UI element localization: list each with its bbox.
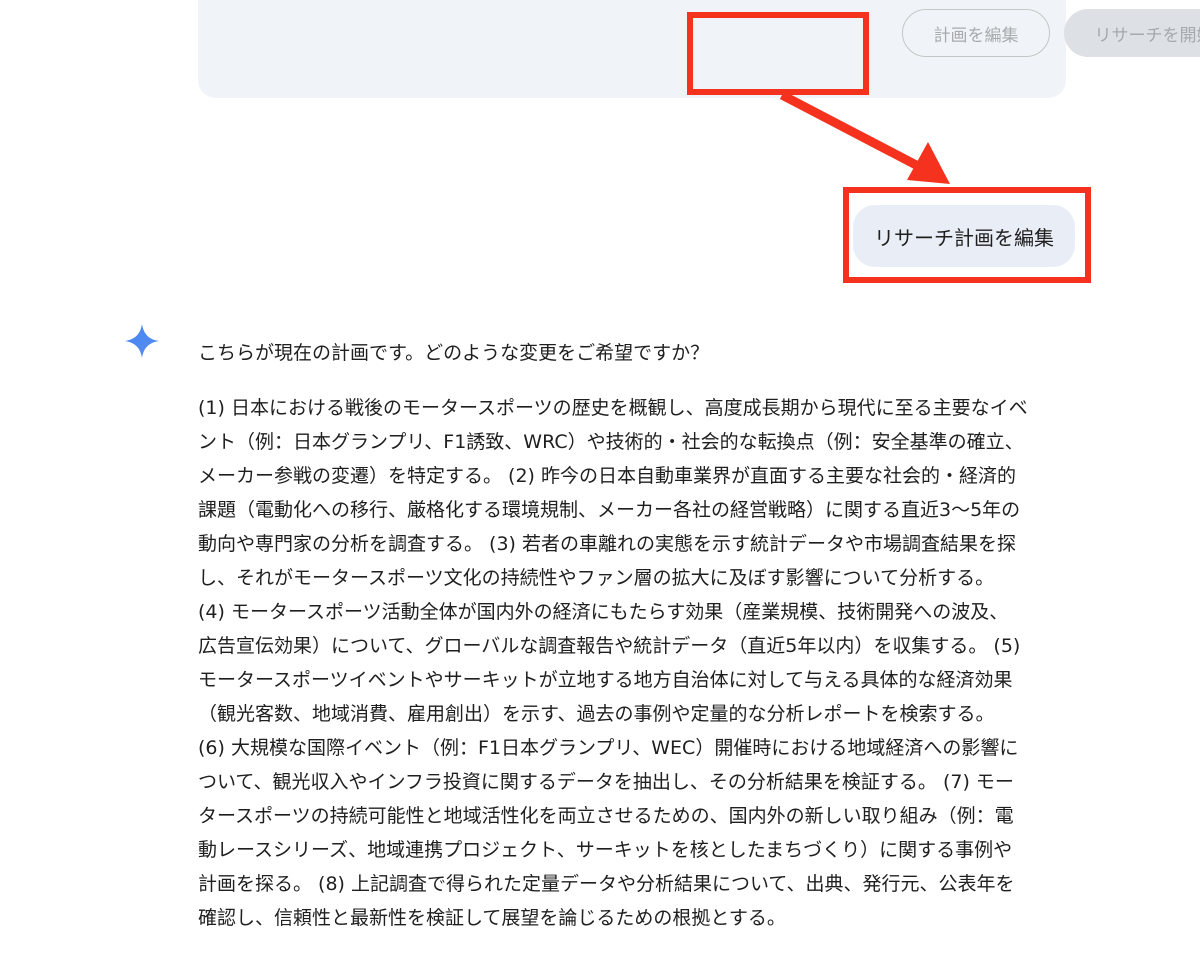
plan-line: 課題（電動化への移行、厳格化する環境規制、メーカー各社の経営戦略）に関する直近3… bbox=[198, 499, 1021, 521]
edit-plan-button[interactable]: 計画を編集 bbox=[902, 9, 1050, 57]
plan-line: （観光客数、地域消費、雇用創出）を示す、過去の事例や定量的な分析レポートを検索す… bbox=[198, 703, 995, 725]
research-plan-text: (1) 日本における戦後のモータースポーツの歴史を概観し、高度成長期から現代に至… bbox=[198, 391, 1064, 935]
plan-line: (4) モータースポーツ活動全体が国内外の経済にもたらす効果（産業規模、技術開発… bbox=[198, 601, 1009, 623]
plan-line: 計画を探る。 (8) 上記調査で得られた定量データや分析結果について、出典、発行… bbox=[198, 873, 1015, 895]
highlight-box-edit-plan bbox=[687, 12, 869, 95]
plan-line: 確認し、信頼性と最新性を検証して展望を論じるための根拠とする。 bbox=[198, 907, 786, 929]
highlight-box-user-message bbox=[843, 187, 1091, 283]
plan-line: メーカー参戦の変遷）を特定する。 (2) 昨今の日本自動車業界が直面する主要な社… bbox=[198, 465, 1016, 487]
plan-line: ント（例：日本グランプリ、F1誘致、WRC）や技術的・社会的な転換点（例：安全基… bbox=[198, 431, 1024, 453]
start-research-button[interactable]: リサーチを開始 bbox=[1064, 9, 1200, 57]
plan-line: モータースポーツイベントやサーキットが立地する地方自治体に対して与える具体的な経… bbox=[198, 669, 1013, 691]
plan-line: (1) 日本における戦後のモータースポーツの歴史を概観し、高度成長期から現代に至… bbox=[198, 397, 1028, 419]
gemini-sparkle-icon bbox=[124, 323, 160, 363]
plan-line: し、それがモータースポーツ文化の持続性やファン層の拡大に及ぼす影響について分析す… bbox=[198, 567, 995, 589]
plan-line: ついて、観光収入やインフラ投資に関するデータを抽出し、その分析結果を検証する。 … bbox=[198, 771, 1014, 793]
research-plan-card: 計画を編集 リサーチを開始 bbox=[198, 0, 1200, 98]
plan-line: 動向や専門家の分析を調査する。 (3) 若者の車離れの実態を示す統計データや市場… bbox=[198, 533, 1016, 555]
plan-line: 動レースシリーズ、地域連携プロジェクト、サーキットを核としたまちづくり）に関する… bbox=[198, 839, 1013, 861]
plan-line: (6) 大規模な国際イベント（例：F1日本グランプリ、WEC）開催時における地域… bbox=[198, 737, 1019, 759]
assistant-intro-text: こちらが現在の計画です。どのような変更をご希望ですか？ bbox=[198, 342, 710, 364]
plan-line: 広告宣伝効果）について、グローバルな調査報告や統計データ（直近5年以内）を収集す… bbox=[198, 635, 1021, 657]
plan-line: タースポーツの持続可能性と地域活性化を両立させるための、国内外の新しい取り組み（… bbox=[198, 805, 1014, 827]
